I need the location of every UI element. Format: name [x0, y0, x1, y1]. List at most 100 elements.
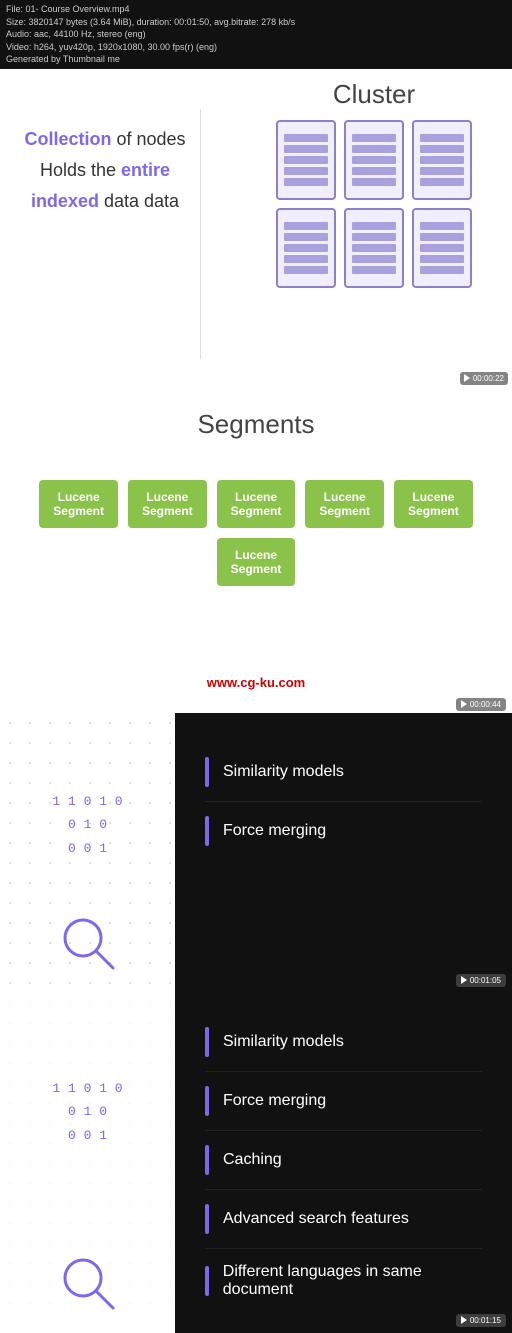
dark-left-bg-2: 1 1 0 1 00 1 00 0 1: [0, 993, 175, 1333]
rack: [420, 266, 464, 274]
collection-suffix: of nodes: [111, 129, 185, 149]
dark-panel-2: 1 1 0 1 00 1 00 0 1 Similarity models For…: [0, 993, 512, 1333]
collection-highlight: Collection: [24, 129, 111, 149]
rack: [352, 156, 396, 164]
segment-block-3: Lucene Segment: [305, 480, 384, 528]
panel2-item-text-2: Caching: [223, 1151, 282, 1169]
panel1-list: Similarity models Force merging: [205, 743, 482, 860]
rack: [352, 167, 396, 175]
purple-bar-icon: [205, 1086, 209, 1116]
panel2-item-text-1: Force merging: [223, 1092, 326, 1110]
segment-block-0: Lucene Segment: [39, 480, 118, 528]
server-1: [276, 120, 336, 200]
server-grid: [276, 120, 472, 288]
panel2-item-2: Caching: [205, 1131, 482, 1190]
cluster-right: Cluster: [276, 79, 472, 288]
rack: [284, 167, 328, 175]
panel2-item-text-0: Similarity models: [223, 1033, 344, 1051]
panel2-item-0: Similarity models: [205, 1013, 482, 1072]
rack: [420, 222, 464, 230]
rack: [352, 255, 396, 263]
rack: [420, 255, 464, 263]
rack: [420, 178, 464, 186]
segment-block-5: Lucene Segment: [217, 538, 296, 586]
dark-left-bg-1: 1 1 0 1 00 1 00 0 1: [0, 713, 175, 993]
timestamp-row-2: 00:00:44: [0, 696, 512, 713]
rack: [284, 233, 328, 241]
panel1-item-text-0: Similarity models: [223, 763, 344, 781]
server-6: [412, 208, 472, 288]
divider: [200, 109, 201, 359]
timestamp-2: 00:00:44: [456, 698, 506, 711]
indexed-highlight: indexed: [31, 191, 99, 211]
binary-display: 1 1 0 1 00 1 00 0 1: [52, 790, 122, 860]
purple-bar-icon: [205, 816, 209, 846]
play-icon: [461, 976, 467, 984]
indexed-suffix: data: [99, 191, 139, 211]
purple-bar-icon: [205, 1266, 209, 1296]
rack: [420, 145, 464, 153]
rack: [284, 244, 328, 252]
rack: [284, 156, 328, 164]
info-line2: Size: 3820147 bytes (3.64 MiB), duration…: [6, 16, 506, 29]
indexed-text: indexed data data: [20, 191, 190, 212]
holds-prefix: Holds the: [40, 160, 121, 180]
play-icon: [464, 374, 470, 382]
play-icon: [461, 1316, 467, 1324]
watermark: www.cg-ku.com: [0, 669, 512, 696]
timestamp-4: 00:01:15: [456, 1314, 506, 1327]
rack: [420, 167, 464, 175]
rack: [284, 222, 328, 230]
entire-highlight: entire: [121, 160, 170, 180]
play-icon: [461, 700, 467, 708]
timestamp-1: 00:00:22: [460, 372, 508, 385]
info-bar: File: 01- Course Overview.mp4 Size: 3820…: [0, 0, 512, 69]
segment-block-4: Lucene Segment: [394, 480, 473, 528]
panel2-list: Similarity models Force merging Caching Adv…: [205, 1013, 482, 1313]
rack: [420, 244, 464, 252]
panel1-item-1: Force merging: [205, 802, 482, 860]
rack: [284, 266, 328, 274]
purple-bar-icon: [205, 1027, 209, 1057]
rack: [352, 244, 396, 252]
panel2-item-4: Different languages in same document: [205, 1249, 482, 1313]
rack: [420, 134, 464, 142]
dark-panel-1: 1 1 0 1 00 1 00 0 1 Similarity models For…: [0, 713, 512, 993]
cluster-description: Collection of nodes Holds the entire ind…: [20, 129, 190, 212]
server-4: [276, 208, 336, 288]
rack: [352, 134, 396, 142]
purple-bar-icon: [205, 757, 209, 787]
info-line3: Audio: aac, 44100 Hz, stereo (eng): [6, 28, 506, 41]
segments-title: Segments: [0, 409, 512, 440]
rack: [352, 266, 396, 274]
server-3: [412, 120, 472, 200]
segment-block-2: Lucene Segment: [217, 480, 296, 528]
segments-section: Segments Lucene SegmentLucene SegmentLuc…: [0, 389, 512, 669]
panel2-item-1: Force merging: [205, 1072, 482, 1131]
cluster-section: Collection of nodes Holds the entire ind…: [0, 69, 512, 389]
info-line4: Video: h264, yuv420p, 1920x1080, 30.00 f…: [6, 41, 506, 54]
holds-text: Holds the entire: [20, 160, 190, 181]
search-icon: [58, 913, 118, 973]
panel2-item-text-3: Advanced search features: [223, 1210, 409, 1228]
rack: [284, 178, 328, 186]
panel1-item-text-1: Force merging: [223, 822, 326, 840]
collection-text: Collection of nodes: [20, 129, 190, 150]
panel2-item-text-4: Different languages in same document: [223, 1263, 482, 1299]
rack: [420, 233, 464, 241]
panel1-item-0: Similarity models: [205, 743, 482, 802]
rack: [352, 233, 396, 241]
purple-bar-icon: [205, 1145, 209, 1175]
rack: [284, 134, 328, 142]
rack: [352, 222, 396, 230]
panel2-item-3: Advanced search features: [205, 1190, 482, 1249]
cluster-title: Cluster: [276, 79, 472, 110]
server-5: [344, 208, 404, 288]
timestamp-3: 00:01:05: [456, 974, 506, 987]
purple-bar-icon: [205, 1204, 209, 1234]
rack: [284, 145, 328, 153]
info-line5: Generated by Thumbnail me: [6, 53, 506, 66]
rack: [420, 156, 464, 164]
rack: [284, 255, 328, 263]
info-line1: File: 01- Course Overview.mp4: [6, 3, 506, 16]
